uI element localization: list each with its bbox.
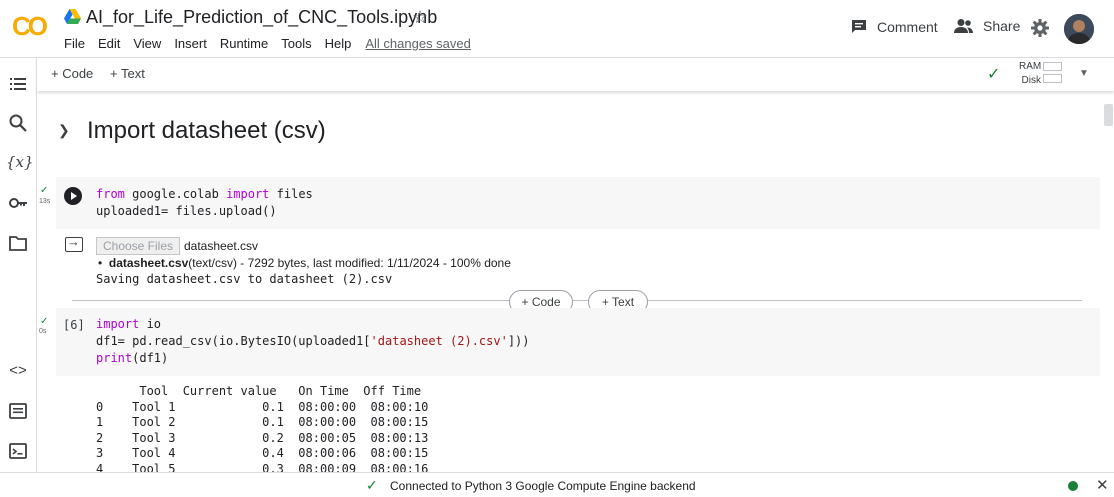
terminal-icon[interactable] xyxy=(8,441,28,461)
cell2-success-check-icon: ✓ xyxy=(40,316,49,327)
command-palette-icon[interactable] xyxy=(8,401,28,421)
cell-divider xyxy=(72,300,1082,301)
comment-button[interactable]: Comment xyxy=(850,18,938,36)
upload-filename: datasheet.csv xyxy=(108,256,189,270)
resource-meters[interactable] xyxy=(1043,62,1062,86)
colab-logo[interactable]: CO xyxy=(12,12,52,40)
avatar[interactable] xyxy=(1064,14,1094,44)
notebook-toolbar: + Code + Text ✓ RAM Disk ▼ ︿ xyxy=(37,58,1114,91)
menu-view[interactable]: View xyxy=(133,36,161,51)
google-drive-icon[interactable] xyxy=(64,9,81,24)
status-bar: ✓ Connected to Python 3 Google Compute E… xyxy=(0,472,1114,497)
key-icon[interactable] xyxy=(8,193,28,213)
output-redirect-icon[interactable] xyxy=(65,234,83,252)
menu-tools[interactable]: Tools xyxy=(281,36,311,51)
upload-detail: (text/csv) - 7292 bytes, last modified: … xyxy=(188,256,511,270)
add-text-button[interactable]: + Text xyxy=(110,66,145,81)
cell2-source[interactable]: import io df1= pd.read_csv(io.BytesIO(up… xyxy=(96,316,530,367)
avatar-image xyxy=(1064,14,1094,44)
app-header: CO AI_for_Life_Prediction_of_CNC_Tools.i… xyxy=(0,0,1114,58)
section-heading: Import datasheet (csv) xyxy=(87,117,326,144)
ram-label: RAM xyxy=(1019,61,1042,72)
save-status-link[interactable]: All changes saved xyxy=(365,36,471,51)
menu-insert[interactable]: Insert xyxy=(174,36,207,51)
chevron-down-icon[interactable]: ▼ xyxy=(1079,68,1089,79)
dataframe-output: Tool Current value On Time Off Time 0 Too… xyxy=(96,384,428,478)
people-icon xyxy=(954,19,973,33)
notebook-title[interactable]: AI_for_Life_Prediction_of_CNC_Tools.ipyn… xyxy=(86,7,437,28)
menu-runtime[interactable]: Runtime xyxy=(220,36,268,51)
code-snippets-icon[interactable]: <> xyxy=(8,362,28,382)
saving-output-line: Saving datasheet.csv to datasheet (2).cs… xyxy=(96,272,393,286)
connected-check-icon: ✓ xyxy=(987,66,1001,83)
menu-help[interactable]: Help xyxy=(325,36,352,51)
resource-labels[interactable]: RAM Disk xyxy=(1019,60,1041,88)
menu-bar: File Edit View Insert Runtime Tools Help… xyxy=(64,36,484,51)
menu-edit[interactable]: Edit xyxy=(98,36,120,51)
menu-file[interactable]: File xyxy=(64,36,85,51)
gear-icon[interactable] xyxy=(1030,18,1050,38)
status-message: Connected to Python 3 Google Compute Eng… xyxy=(390,479,696,493)
upload-result-item: • datasheet.csv(text/csv) - 7292 bytes, … xyxy=(98,256,511,270)
connection-status-dot[interactable] xyxy=(1068,481,1078,491)
disk-label: Disk xyxy=(1021,75,1041,86)
comment-label: Comment xyxy=(877,19,938,35)
comment-icon xyxy=(852,20,866,33)
section-collapse-chevron-icon[interactable]: ❯ xyxy=(58,122,70,139)
search-icon[interactable] xyxy=(8,113,28,133)
folder-icon[interactable] xyxy=(8,233,28,253)
left-sidebar: {x} <> xyxy=(0,58,37,472)
cell1-exec-time: 13s xyxy=(39,198,51,205)
logo-text: CO xyxy=(12,12,48,40)
execution-count[interactable]: [6] xyxy=(63,318,85,332)
close-icon[interactable]: ✕ xyxy=(1096,476,1109,494)
output-line: 2 Tool 3 0.2 08:00:05 08:00:13 xyxy=(96,430,429,445)
output-line: Tool Current value On Time Off Time xyxy=(96,384,422,398)
output-line: 3 Tool 4 0.4 08:00:06 08:00:15 xyxy=(96,446,429,461)
vertical-scrollbar[interactable] xyxy=(1104,104,1113,126)
share-label: Share xyxy=(983,18,1021,34)
disk-meter xyxy=(1043,74,1062,83)
cell1-success-check-icon: ✓ xyxy=(40,185,49,196)
star-icon[interactable]: ☆ xyxy=(412,7,428,28)
output-line: 1 Tool 2 0.1 08:00:00 08:00:15 xyxy=(96,415,429,430)
add-code-button[interactable]: + Code xyxy=(51,66,93,81)
output-line: 0 Tool 1 0.1 08:00:00 08:00:10 xyxy=(96,399,429,414)
status-check-icon: ✓ xyxy=(366,477,378,493)
chosen-file-name: datasheet.csv xyxy=(184,239,259,253)
ram-meter xyxy=(1043,62,1062,71)
cell2-exec-time: 0s xyxy=(39,328,47,335)
share-button[interactable]: Share xyxy=(954,18,1020,34)
table-of-contents-icon[interactable] xyxy=(8,74,28,94)
choose-files-button[interactable]: Choose Files xyxy=(96,237,180,255)
variables-icon[interactable]: {x} xyxy=(6,153,34,173)
cell1-source[interactable]: from google.colab import files uploaded1… xyxy=(96,186,313,220)
run-cell-button[interactable] xyxy=(64,187,82,205)
